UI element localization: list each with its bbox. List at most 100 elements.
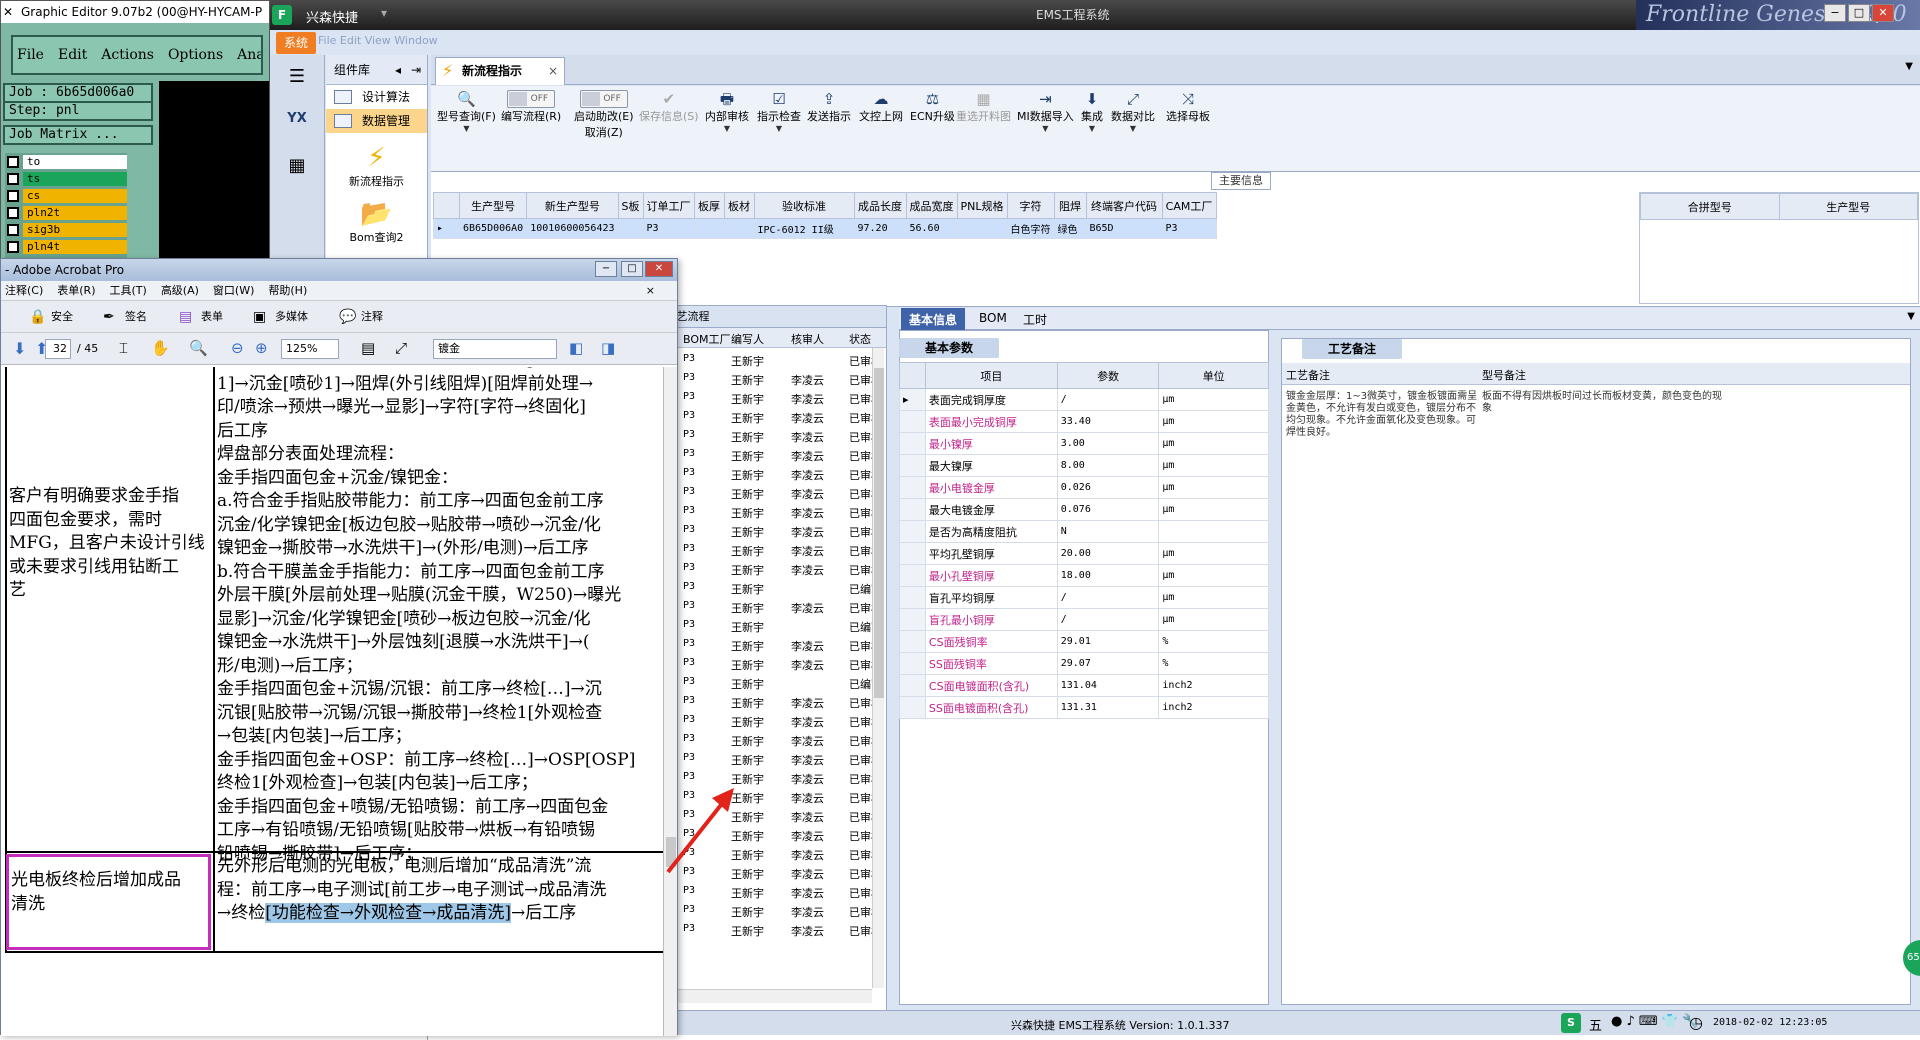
menu-actions[interactable]: Actions bbox=[101, 47, 154, 63]
zoom-in-icon[interactable]: ⊕ bbox=[255, 339, 268, 357]
layer-row[interactable]: to bbox=[5, 154, 127, 170]
main-info-cell[interactable]: 绿色 bbox=[1053, 218, 1087, 239]
toolbar-button-7[interactable]: ☁ 文控上网 bbox=[859, 90, 903, 124]
param-value[interactable]: 131.31 bbox=[1056, 696, 1160, 719]
main-info-col-header[interactable]: 生产型号 bbox=[458, 192, 528, 219]
main-info-col-header[interactable]: 终端客户代码 bbox=[1085, 192, 1163, 219]
zoom-select[interactable]: 125% bbox=[281, 339, 339, 359]
param-value[interactable]: 131.04 bbox=[1056, 674, 1160, 697]
main-info-cell[interactable]: 56.60 bbox=[905, 218, 958, 239]
main-info-col-header[interactable]: 成品宽度 bbox=[905, 192, 958, 219]
main-info-col-header[interactable]: 板材 bbox=[723, 192, 755, 219]
dropdown-arrow-icon[interactable]: ▼ bbox=[705, 124, 749, 133]
param-row[interactable]: 盲孔平均铜厚 / μm bbox=[899, 586, 1269, 609]
param-value[interactable]: 8.00 bbox=[1056, 454, 1160, 477]
scroll-thumb[interactable] bbox=[874, 368, 884, 698]
main-info-col-header[interactable]: 字符 bbox=[1006, 192, 1055, 219]
main-info-cell[interactable]: 10010600056423 bbox=[526, 218, 619, 239]
toggle-switch[interactable]: OFF bbox=[579, 90, 628, 108]
param-row[interactable]: SS面残铜率 29.07% bbox=[899, 652, 1269, 675]
acro-menu-help[interactable]: 帮助(H) bbox=[268, 284, 307, 297]
main-info-cell[interactable]: IPC-6012 II级 bbox=[753, 218, 855, 239]
main-info-col-header[interactable]: 新生产型号 bbox=[526, 192, 619, 219]
job-matrix-button[interactable]: Job Matrix ... bbox=[3, 125, 153, 145]
close-button[interactable]: ✕ bbox=[1872, 4, 1894, 22]
graphic-canvas[interactable] bbox=[159, 81, 269, 261]
toolbar-button-1[interactable]: OFF 编写流程(R) bbox=[501, 90, 561, 124]
layer-row[interactable]: cs bbox=[5, 188, 127, 204]
notes-col-process[interactable]: 工艺备注 bbox=[1286, 367, 1330, 383]
toolbar-button-12[interactable]: ⤢ 数据对比 ▼ bbox=[1111, 90, 1155, 133]
find-input[interactable]: 镀金 bbox=[433, 339, 557, 359]
param-row[interactable]: 最大镍厚 8.00 μm bbox=[899, 454, 1269, 477]
toolbar-button-0[interactable]: 🔍 型号查询(F) ▼ bbox=[437, 90, 496, 133]
param-row[interactable]: 最大电镀金厚 0.076 μm bbox=[899, 498, 1269, 521]
main-info-col-header[interactable]: CAM工厂 bbox=[1161, 192, 1217, 219]
toolbar-button-8[interactable]: ⚖ ECN升级 bbox=[910, 90, 955, 124]
toolbar-button-4[interactable]: 🖶 内部审核 ▼ bbox=[705, 90, 749, 133]
toolbar-button-9[interactable]: ▦ 重选开料图 bbox=[956, 90, 1011, 124]
layer-checkbox[interactable] bbox=[7, 190, 19, 202]
param-value[interactable]: 3.00 bbox=[1056, 432, 1160, 455]
menu-close-icon[interactable]: × bbox=[646, 281, 655, 301]
toolbar-button-13[interactable]: ⤨ 选择母板 bbox=[1166, 90, 1210, 124]
param-col-unit[interactable]: 单位 bbox=[1158, 362, 1269, 389]
zoom-out-icon[interactable]: ⊖ bbox=[231, 339, 244, 357]
form-button[interactable]: 表单 bbox=[201, 301, 223, 333]
layer-row[interactable]: pln2t bbox=[5, 205, 127, 221]
acrobat-close-button[interactable]: ✕ bbox=[645, 261, 673, 277]
main-info-row[interactable]: ▸ 6B65D006A0 10010600056423 P3 IPC-6012 II级 9… bbox=[433, 218, 1217, 239]
main-info-col-header[interactable]: 成品长度 bbox=[853, 192, 907, 219]
main-info-cell[interactable]: P3 bbox=[642, 218, 695, 239]
param-row[interactable]: ▸ 表面完成铜厚度 / μm bbox=[899, 388, 1269, 411]
tab-list-dropdown-icon[interactable]: ▼ bbox=[1905, 61, 1913, 72]
dropdown-arrow-icon[interactable]: ▼ bbox=[437, 124, 496, 133]
layer-checkbox[interactable] bbox=[7, 241, 19, 253]
dropdown-arrow-icon[interactable]: ▼ bbox=[1111, 124, 1155, 133]
quick-access-dropdown-icon[interactable]: ▾ bbox=[381, 6, 387, 20]
main-info-col-header[interactable]: 阻焊 bbox=[1053, 192, 1087, 219]
param-row[interactable]: CS面电镀面积(含孔) 131.04 inch2 bbox=[899, 674, 1269, 697]
page-down-icon[interactable]: ⬇ bbox=[13, 339, 26, 358]
toolbar-button-5[interactable]: ☑ 指示检查 ▼ bbox=[757, 90, 801, 133]
param-value[interactable]: 29.01 bbox=[1056, 630, 1160, 653]
sign-button[interactable]: 签名 bbox=[125, 301, 147, 333]
tab-work-hours[interactable]: 工时 bbox=[1023, 311, 1047, 328]
acro-menu-tools[interactable]: 工具(T) bbox=[110, 284, 147, 297]
ime-mode[interactable]: 五 bbox=[1589, 1015, 1602, 1034]
acrobat-minimize-button[interactable]: − bbox=[595, 261, 617, 277]
acrobat-maximize-button[interactable]: □ bbox=[621, 261, 643, 277]
main-info-cell[interactable]: P3 bbox=[1161, 218, 1217, 239]
menu-options[interactable]: Options bbox=[168, 47, 223, 63]
param-row[interactable]: 是否为高精度阻抗 N bbox=[899, 520, 1269, 543]
main-info-col-header[interactable]: PNL规格 bbox=[956, 192, 1008, 219]
multimedia-button[interactable]: 多媒体 bbox=[275, 301, 308, 333]
param-value[interactable]: 20.00 bbox=[1056, 542, 1160, 565]
zoom-tool-icon[interactable]: 🔍 bbox=[189, 339, 208, 357]
process-vertical-scrollbar[interactable] bbox=[872, 348, 884, 988]
acro-menu-comment[interactable]: 注释(C) bbox=[5, 284, 43, 297]
detail-dropdown-icon[interactable]: ▼ bbox=[1907, 311, 1915, 322]
layer-row[interactable]: pln4t bbox=[5, 239, 127, 255]
param-value[interactable]: 18.00 bbox=[1056, 564, 1160, 587]
yx-module-icon[interactable]: YX bbox=[279, 103, 315, 135]
param-value[interactable]: 0.076 bbox=[1056, 498, 1160, 521]
hamburger-menu-icon[interactable]: ☰ bbox=[279, 61, 315, 93]
param-col-item[interactable]: 项目 bbox=[924, 362, 1058, 389]
param-value[interactable]: / bbox=[1056, 608, 1160, 631]
fit-width-icon[interactable]: ⤢ bbox=[395, 339, 407, 357]
minimize-button[interactable]: − bbox=[1824, 4, 1846, 22]
notes-col-model[interactable]: 型号备注 bbox=[1482, 367, 1526, 383]
main-info-col-header[interactable]: 订单工厂 bbox=[642, 192, 695, 219]
layer-checkbox[interactable] bbox=[7, 207, 19, 219]
page-number-input[interactable]: 32 bbox=[45, 339, 71, 359]
toolbar-button-10[interactable]: ⇥ MI数据导入 ▼ bbox=[1017, 90, 1074, 133]
layer-checkbox[interactable] bbox=[7, 173, 19, 185]
menu-file[interactable]: File bbox=[17, 47, 44, 63]
layer-row[interactable]: sig3b bbox=[5, 222, 127, 238]
main-info-cell[interactable]: 6B65D006A0 bbox=[458, 218, 528, 239]
param-value[interactable]: 29.07 bbox=[1056, 652, 1160, 675]
param-row[interactable]: SS面电镀面积(含孔) 131.31 inch2 bbox=[899, 696, 1269, 719]
fit-page-icon[interactable]: ▤ bbox=[361, 339, 375, 357]
main-info-cell[interactable] bbox=[723, 218, 755, 239]
